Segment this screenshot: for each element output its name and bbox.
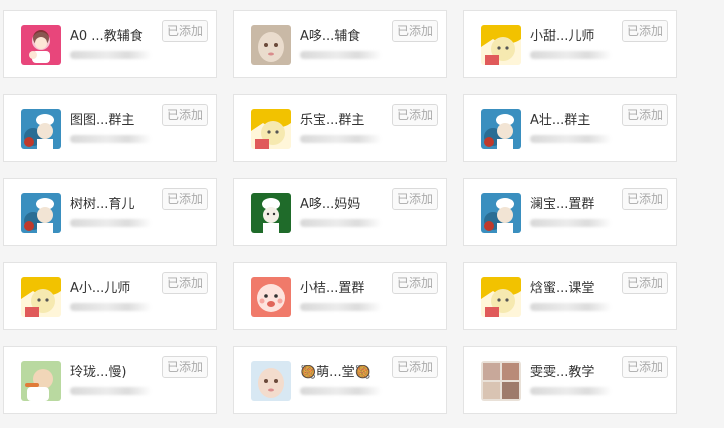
contact-card[interactable]: 焓蜜...课堂 已添加 (463, 262, 677, 330)
avatar-baby-photo[interactable] (251, 25, 291, 65)
contact-id-blurred (300, 219, 382, 227)
contact-card[interactable]: A小...儿师 已添加 (3, 262, 217, 330)
contact-card[interactable]: 澜宝...置群 已添加 (463, 178, 677, 246)
contact-card[interactable]: 玲珑...慢) 已添加 (3, 346, 217, 414)
avatar-cartoon-family[interactable] (21, 25, 61, 65)
avatar-chef-blue[interactable] (21, 109, 61, 149)
contact-id-blurred (70, 219, 152, 227)
contact-id-blurred (300, 135, 382, 143)
avatar-yellow-baby[interactable] (21, 277, 61, 317)
contact-id-blurred (70, 51, 152, 59)
contact-grid: A0 ...教辅食 已添加 A哆...辅食 已添加 小甜...儿师 已添加 图图...… (0, 0, 724, 428)
contact-card[interactable]: 小甜...儿师 已添加 (463, 10, 677, 78)
contact-card[interactable]: 乐宝...群主 已添加 (233, 94, 447, 162)
contact-card[interactable]: A壮...群主 已添加 (463, 94, 677, 162)
contact-id-blurred (300, 303, 382, 311)
contact-card[interactable]: 树树...育儿 已添加 (3, 178, 217, 246)
added-button[interactable]: 已添加 (162, 356, 208, 378)
contact-id-blurred (530, 303, 612, 311)
avatar-chef-blue[interactable] (481, 109, 521, 149)
added-button[interactable]: 已添加 (162, 272, 208, 294)
avatar-yellow-baby[interactable] (481, 277, 521, 317)
contact-card[interactable]: A哆...辅食 已添加 (233, 10, 447, 78)
avatar-chef-blue[interactable] (21, 193, 61, 233)
avatar-chef-blue[interactable] (481, 193, 521, 233)
contact-card[interactable]: A哆...妈妈 已添加 (233, 178, 447, 246)
contact-id-blurred (70, 387, 152, 395)
avatar-yellow-baby[interactable] (251, 109, 291, 149)
contact-id-blurred (300, 387, 382, 395)
added-button[interactable]: 已添加 (162, 20, 208, 42)
avatar-baby-eating[interactable] (21, 361, 61, 401)
contact-id-blurred (530, 387, 612, 395)
contact-id-blurred (530, 219, 612, 227)
added-button[interactable]: 已添加 (392, 272, 438, 294)
avatar-baby-photo[interactable] (251, 361, 291, 401)
added-button[interactable]: 已添加 (162, 188, 208, 210)
contact-card[interactable]: 小桔...置群 已添加 (233, 262, 447, 330)
added-button[interactable]: 已添加 (622, 20, 668, 42)
added-button[interactable]: 已添加 (622, 188, 668, 210)
contact-id-blurred (530, 51, 612, 59)
added-button[interactable]: 已添加 (392, 104, 438, 126)
added-button[interactable]: 已添加 (392, 20, 438, 42)
contact-id-blurred (70, 135, 152, 143)
avatar-cartoon-baby[interactable] (251, 277, 291, 317)
avatar-chef-green[interactable] (251, 193, 291, 233)
contact-id-blurred (530, 135, 612, 143)
added-button[interactable]: 已添加 (392, 356, 438, 378)
added-button[interactable]: 已添加 (622, 356, 668, 378)
contact-id-blurred (300, 51, 382, 59)
avatar-collage[interactable] (481, 361, 521, 401)
avatar-yellow-baby[interactable] (481, 25, 521, 65)
contact-id-blurred (70, 303, 152, 311)
added-button[interactable]: 已添加 (622, 272, 668, 294)
added-button[interactable]: 已添加 (162, 104, 208, 126)
contact-card[interactable]: A0 ...教辅食 已添加 (3, 10, 217, 78)
contact-card[interactable]: 图图...群主 已添加 (3, 94, 217, 162)
contact-card[interactable]: 🥘萌...堂🥘 已添加 (233, 346, 447, 414)
contact-card[interactable]: 雯雯...教学 已添加 (463, 346, 677, 414)
added-button[interactable]: 已添加 (622, 104, 668, 126)
added-button[interactable]: 已添加 (392, 188, 438, 210)
